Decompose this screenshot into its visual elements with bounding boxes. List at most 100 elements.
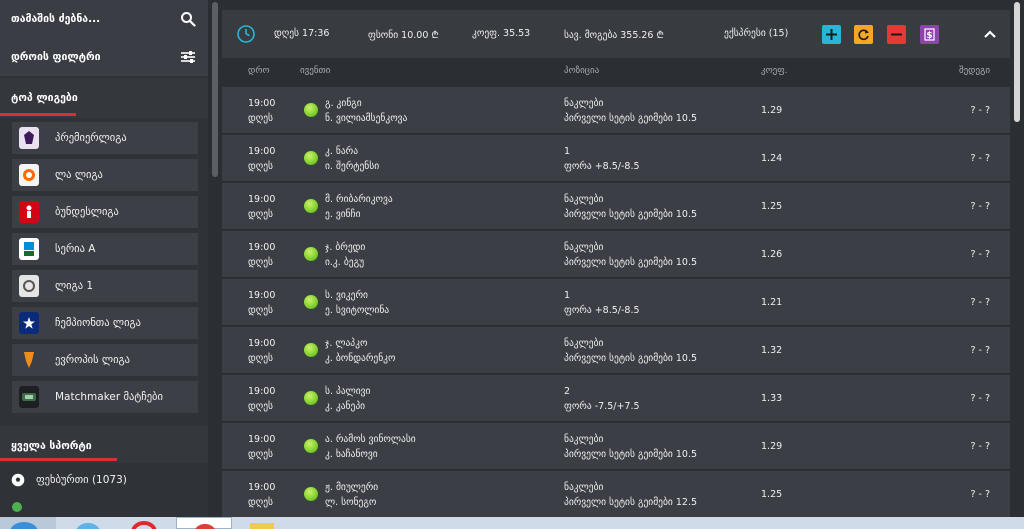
bet-row[interactable]: 19:00 დღეს ს. პალივი კ. კანეპი 2 ფორა -7…	[222, 375, 1010, 422]
taskbar-app-opera[interactable]	[116, 517, 172, 529]
sport-item-football[interactable]: ფეხბურთი (1073)	[0, 463, 208, 497]
app-icon	[195, 524, 215, 529]
league-label: სერია A	[55, 243, 96, 255]
col-event: ივენთი	[300, 66, 331, 76]
taskbar-app-ie[interactable]	[58, 517, 114, 529]
bet-pick: ნაკლები	[564, 338, 604, 349]
tennis-ball-icon	[304, 391, 318, 405]
bet-market: პირველი სეტის გეიმები 10.5	[564, 449, 698, 460]
league-item-ligue-1[interactable]: ლიგა 1	[12, 270, 198, 302]
ligue-1-logo	[19, 275, 39, 297]
main-scrollbar[interactable]	[1010, 0, 1024, 517]
bet-odd: 1.24	[761, 153, 783, 164]
sliders-icon[interactable]	[180, 49, 196, 65]
bet-time: 19:00	[248, 290, 276, 301]
plus-icon	[826, 29, 837, 40]
top-leagues-title: ტოპ ლიგები	[0, 78, 208, 118]
bet-result: ? - ?	[970, 153, 990, 164]
league-label: ჩემპიონთა ლიგა	[55, 317, 141, 329]
windows-orb-icon	[10, 522, 38, 529]
bet-row[interactable]: 19:00 დღეს ჯ. ბრედი ი.კ. ბეგუ ნაკლები პი…	[222, 231, 1010, 278]
tennis-ball-icon	[304, 487, 318, 501]
bet-row[interactable]: 19:00 დღეს კ. ნარა ი. შერტენსი 1 ფორა +8…	[222, 135, 1010, 182]
bet-row[interactable]: 19:00 დღეს ჟ. მიულერი ლ. სონეგო ნაკლები …	[222, 471, 1010, 517]
league-item-premier-league[interactable]: პრემიერლიგა	[12, 122, 198, 154]
tennis-ball-icon	[304, 295, 318, 309]
remove-button[interactable]	[887, 25, 906, 44]
tennis-ball-icon	[304, 247, 318, 261]
game-search[interactable]: თამაშის ძებნა...	[0, 0, 208, 38]
search-icon[interactable]	[180, 11, 196, 27]
cashout-button[interactable]: $	[920, 25, 939, 44]
champions-league-logo	[19, 312, 39, 334]
bet-pick: 2	[564, 386, 571, 397]
player-2: ე. სვიტოლინა	[325, 305, 390, 316]
bet-market: პირველი სეტის გეიმები 12.5	[564, 497, 698, 508]
bet-result: ? - ?	[970, 345, 990, 356]
bet-row[interactable]: 19:00 დღეს მ. რიბარიკოვა ე. ვინჩი ნაკლებ…	[222, 183, 1010, 230]
league-item-bundesliga[interactable]: ბუნდესლიგა	[12, 196, 198, 228]
league-label: ლა ლიგა	[55, 169, 103, 181]
bet-odd: 1.32	[761, 345, 783, 356]
sport-item-partial[interactable]	[0, 497, 208, 517]
bet-row[interactable]: 19:00 დღეს ა. რამოს ვინოლასი კ. ხაჩანოვი…	[222, 423, 1010, 470]
col-time: დრო	[248, 66, 270, 76]
player-2: ნ. ვილიამსენკოვა	[325, 113, 408, 124]
bet-odd: 1.21	[761, 297, 783, 308]
player-1: ჟ. მიულერი	[325, 482, 379, 493]
dollar-icon: $	[924, 28, 935, 41]
bet-pick: 1	[564, 290, 571, 301]
col-result: შედეგი	[958, 66, 990, 76]
bet-result: ? - ?	[970, 297, 990, 308]
scrollbar-thumb[interactable]	[212, 2, 218, 177]
time-filter[interactable]: დროის ფილტრი	[0, 38, 208, 76]
player-1: ა. რამოს ვინოლასი	[325, 434, 416, 445]
opera-icon	[131, 521, 157, 529]
bet-pick: ნაკლები	[564, 434, 604, 445]
league-item-matchmaker[interactable]: Matchmaker მატჩები	[12, 381, 198, 413]
serie-a-logo	[19, 238, 39, 260]
scrollbar-thumb[interactable]	[1014, 2, 1020, 122]
bet-pick: ნაკლები	[564, 242, 604, 253]
search-label: თამაშის ძებნა...	[11, 13, 101, 25]
add-button[interactable]	[822, 25, 841, 44]
bet-market: პირველი სეტის გეიმები 10.5	[564, 209, 698, 220]
refresh-button[interactable]	[854, 25, 873, 44]
bet-row[interactable]: 19:00 დღეს გ. კინგი ნ. ვილიამსენკოვა ნაკ…	[222, 87, 1010, 134]
bet-row[interactable]: 19:00 დღეს ს. ვიკერი ე. სვიტოლინა 1 ფორა…	[222, 279, 1010, 326]
coupon-date: დღეს 17:36	[274, 28, 330, 39]
col-position: პოზიცია	[564, 66, 600, 76]
football-icon	[11, 473, 25, 487]
league-item-europa-league[interactable]: ევროპის ლიგა	[12, 344, 198, 376]
bet-market: ფორა -7.5/+7.5	[564, 401, 640, 412]
taskbar-app-active[interactable]	[176, 517, 232, 529]
bet-time: 19:00	[248, 194, 276, 205]
league-item-serie-a[interactable]: სერია A	[12, 233, 198, 265]
taskbar-app-folder[interactable]	[236, 517, 292, 529]
coupon-potential-win: სავ. მოგება 355.26 ₾	[564, 30, 664, 41]
sidebar-scrollbar[interactable]	[208, 0, 222, 517]
coupon-header[interactable]: დღეს 17:36 ფსონი 10.00 ₾ კოეფ. 35.53 სავ…	[222, 10, 1010, 58]
bet-time: 19:00	[248, 98, 276, 109]
chevron-up-icon[interactable]	[982, 26, 998, 42]
tennis-ball-icon	[304, 151, 318, 165]
bet-row[interactable]: 19:00 დღეს ჯ. ლაპკო კ. ბონდარენკო ნაკლებ…	[222, 327, 1010, 374]
sidebar: თამაშის ძებნა... დროის ფილტრი ტოპ ლიგები…	[0, 0, 208, 517]
start-button[interactable]	[0, 517, 56, 529]
player-2: კ. ხაჩანოვი	[325, 449, 378, 460]
bet-result: ? - ?	[970, 393, 990, 404]
matchmaker-logo	[19, 386, 39, 408]
premier-league-logo	[19, 127, 39, 149]
bet-result: ? - ?	[970, 201, 990, 212]
player-2: ი. შერტენსი	[325, 161, 380, 172]
league-item-la-liga[interactable]: ლა ლიგა	[12, 159, 198, 191]
bet-time: 19:00	[248, 482, 276, 493]
league-label: Matchmaker მატჩები	[55, 391, 163, 403]
bet-pick: 1	[564, 146, 571, 157]
bet-day: დღეს	[248, 497, 274, 508]
bet-time: 19:00	[248, 338, 276, 349]
bet-odd: 1.25	[761, 489, 783, 500]
bet-odd: 1.25	[761, 201, 783, 212]
folder-icon	[250, 523, 274, 529]
league-item-champions-league[interactable]: ჩემპიონთა ლიგა	[12, 307, 198, 339]
